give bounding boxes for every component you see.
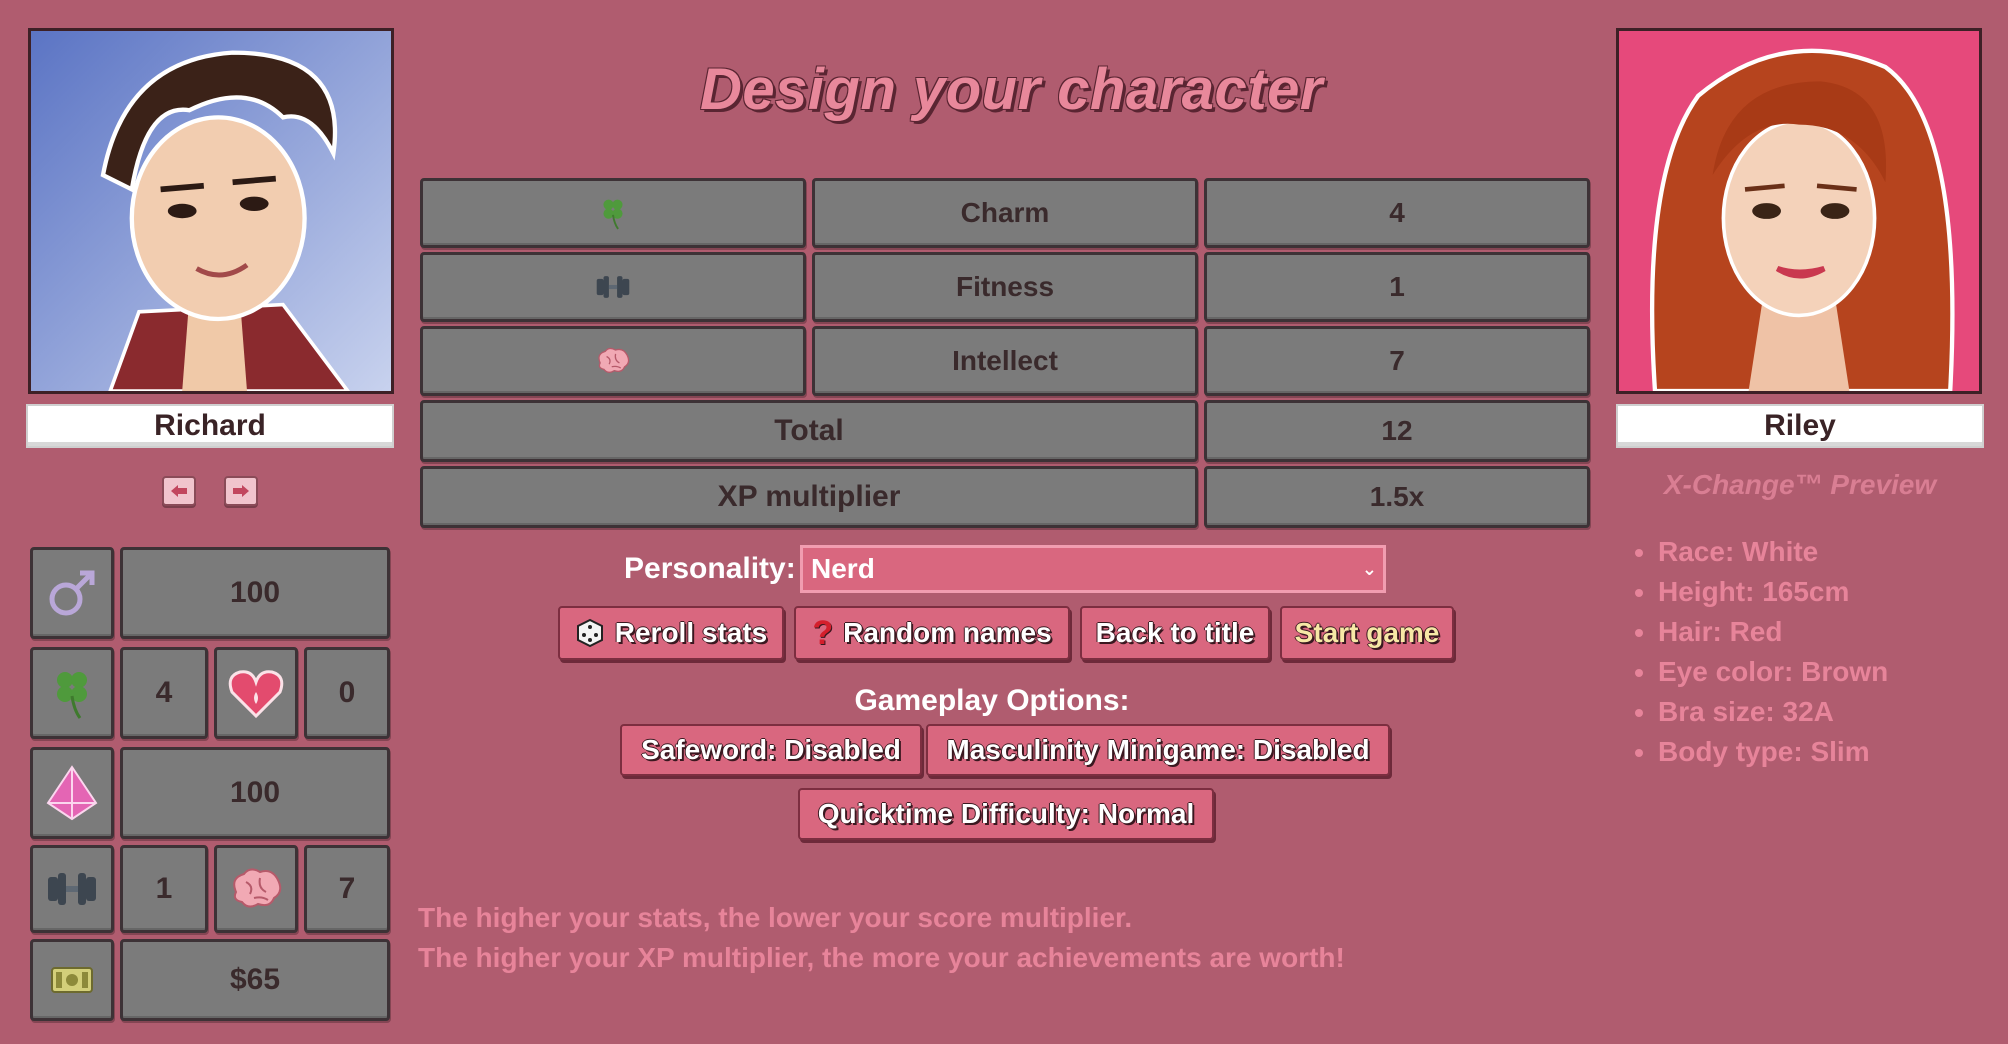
prev-portrait-button[interactable] xyxy=(162,476,196,506)
brain-icon xyxy=(598,347,630,373)
dumbbell-icon xyxy=(596,276,630,298)
female-portrait-image xyxy=(1619,31,1979,391)
random-names-button[interactable]: ? Random names xyxy=(794,606,1070,660)
trait-race: Race: White xyxy=(1658,532,1888,572)
partner-traits-list: Race: White Height: 165cm Hair: Red Eye … xyxy=(1618,532,1888,772)
charm-row-value: 4 xyxy=(1204,178,1590,248)
trait-eye-color: Eye color: Brown xyxy=(1658,652,1888,692)
crystal-icon xyxy=(46,765,98,821)
trait-height: Height: 165cm xyxy=(1658,572,1888,612)
male-symbol-cell xyxy=(30,547,114,639)
trait-bra-size: Bra size: 32A xyxy=(1658,692,1888,732)
energy-value: 100 xyxy=(120,747,390,839)
intellect-row-value: 7 xyxy=(1204,326,1590,396)
partner-name: Riley xyxy=(1764,409,1836,442)
chevron-down-icon: ⌄ xyxy=(1361,558,1377,579)
fitness-row-value: 1 xyxy=(1204,252,1590,322)
question-mark-icon: ? xyxy=(812,613,834,652)
player-name-field[interactable]: Richard xyxy=(26,404,394,448)
player-portrait xyxy=(28,28,394,394)
intellect-icon-cell xyxy=(214,845,298,933)
dumbbell-icon xyxy=(48,873,96,905)
male-portrait-image xyxy=(31,31,391,391)
intellect-value: 7 xyxy=(304,845,390,933)
money-value: $65 xyxy=(120,939,390,1021)
energy-icon-cell xyxy=(30,747,114,839)
total-label: Total xyxy=(420,400,1198,462)
arrow-right-icon xyxy=(233,485,249,497)
personality-selected: Nerd xyxy=(811,553,875,584)
reroll-stats-button[interactable]: Reroll stats xyxy=(558,606,784,660)
charm-row-icon xyxy=(420,178,806,248)
masculinity-minigame-toggle-button[interactable]: Masculinity Minigame: Disabled xyxy=(926,724,1390,776)
clover-icon xyxy=(603,199,623,230)
partner-portrait xyxy=(1616,28,1982,394)
fitness-icon-cell xyxy=(30,845,114,933)
xp-multiplier-label: XP multiplier xyxy=(420,466,1198,528)
xp-multiplier-value: 1.5x xyxy=(1204,466,1590,528)
next-portrait-button[interactable] xyxy=(224,476,258,506)
partner-name-field[interactable]: Riley xyxy=(1616,404,1984,448)
page-title: Design your character xyxy=(700,57,1323,122)
personality-select[interactable]: Nerd ⌄ xyxy=(800,545,1386,593)
fitness-row-label: Fitness xyxy=(812,252,1198,322)
arrow-left-icon xyxy=(171,485,187,497)
trait-body-type: Body type: Slim xyxy=(1658,732,1888,772)
hint-line-1: The higher your stats, the lower your sc… xyxy=(418,902,1133,933)
money-icon-cell xyxy=(30,939,114,1021)
xchange-preview-title: X-Change™ Preview xyxy=(1663,469,1937,500)
cash-icon xyxy=(51,967,93,993)
total-value: 12 xyxy=(1204,400,1590,462)
quicktime-difficulty-button[interactable]: Quicktime Difficulty: Normal xyxy=(798,788,1214,840)
dice-icon xyxy=(576,618,603,648)
back-to-title-button[interactable]: Back to title xyxy=(1080,606,1270,660)
charm-row-label: Charm xyxy=(812,178,1198,248)
intellect-row-icon xyxy=(420,326,806,396)
brain-icon xyxy=(233,868,282,908)
start-game-button[interactable]: Start game xyxy=(1280,606,1454,660)
trait-hair: Hair: Red xyxy=(1658,612,1888,652)
safeword-toggle-button[interactable]: Safeword: Disabled xyxy=(620,724,922,776)
player-name: Richard xyxy=(154,409,266,442)
male-symbol-icon xyxy=(49,570,95,616)
fitness-value: 1 xyxy=(120,845,208,933)
intellect-row-label: Intellect xyxy=(812,326,1198,396)
hint-line-2: The higher your XP multiplier, the more … xyxy=(418,942,1345,973)
personality-label: Personality: xyxy=(624,552,796,585)
fitness-row-icon xyxy=(420,252,806,322)
masculinity-value: 100 xyxy=(120,547,390,639)
